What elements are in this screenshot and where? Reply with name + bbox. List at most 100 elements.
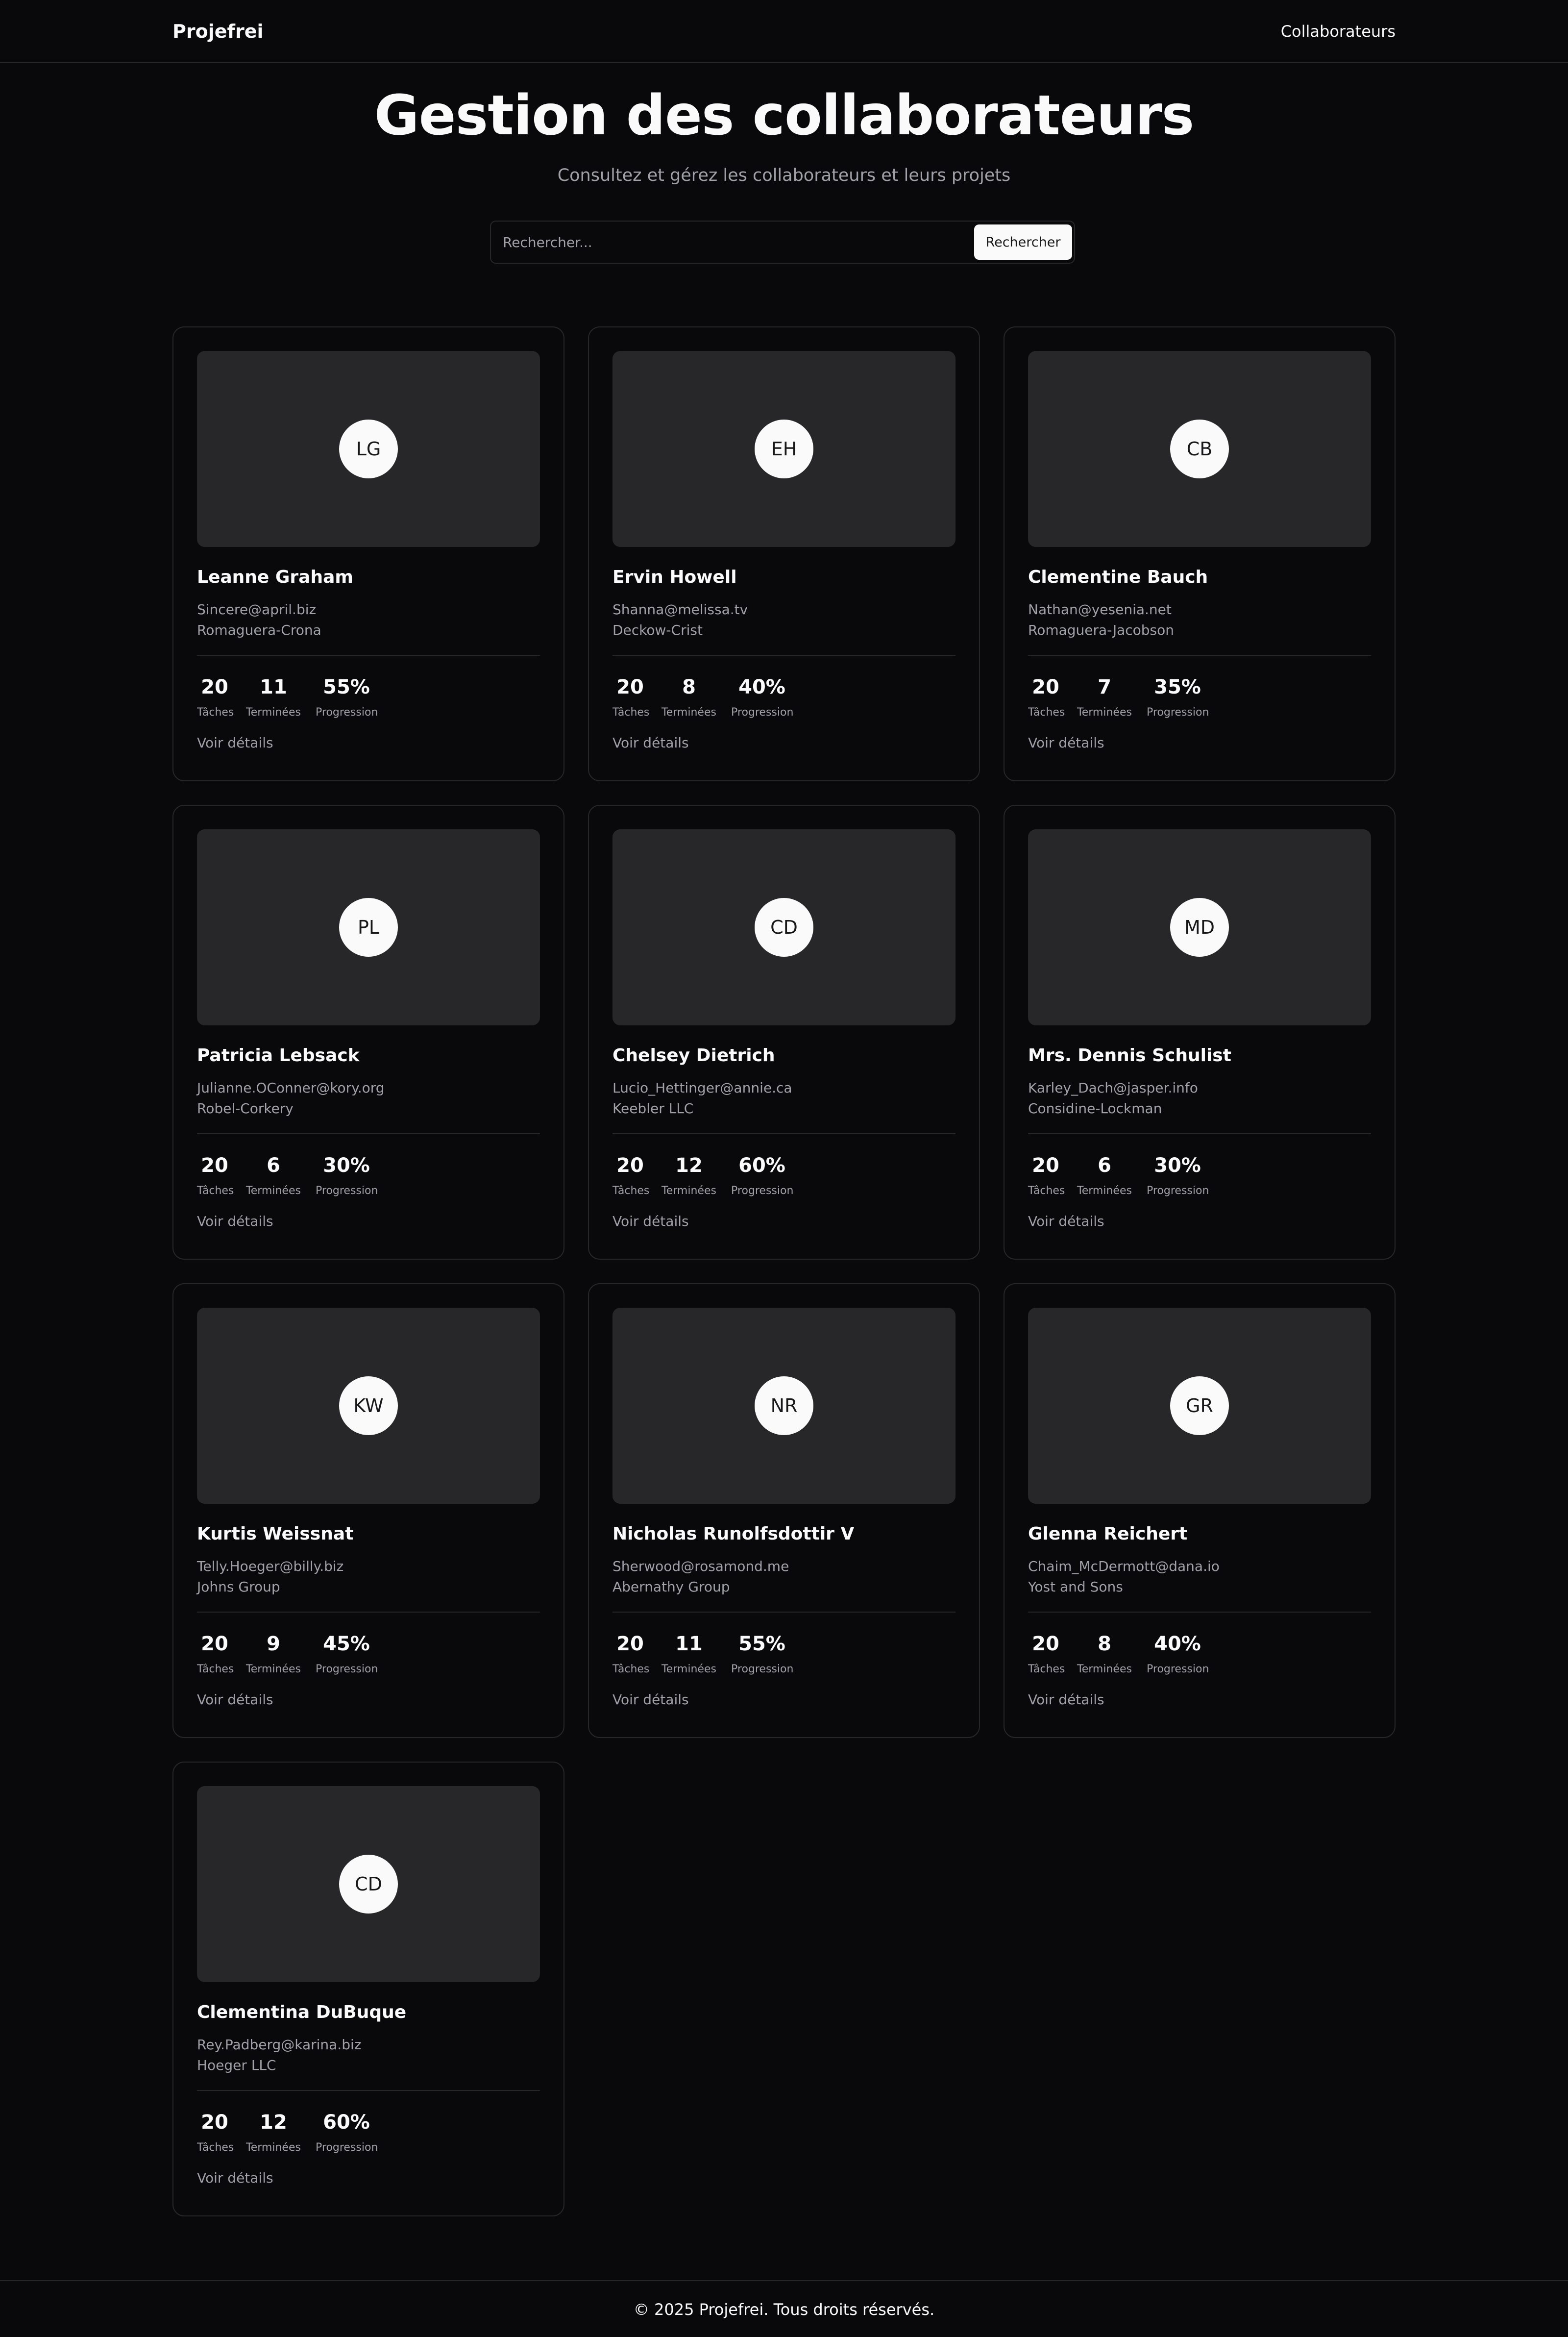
collaborator-name: Chelsey Dietrich [612,1045,775,1066]
collaborator-card-8: NR Nicholas Runolfsdottir V Sherwood@ros… [588,1283,980,1738]
collaborator-email: Julianne.OConner@kory.org [197,1080,385,1096]
avatar: EH [755,420,813,478]
view-details-link[interactable]: Voir détails [612,1691,689,1709]
stat-tasks: 20 Tâches [612,1154,649,1198]
collaborator-name: Leanne Graham [197,567,353,587]
avatar-banner: EH [612,351,956,547]
stat-tasks-label: Tâches [612,706,650,719]
avatar: GR [1170,1376,1229,1435]
avatar: LG [339,420,398,478]
stat-done-value: 8 [682,676,696,698]
view-details-link[interactable]: Voir détails [1028,1691,1104,1709]
stat-tasks: 20 Tâches [612,675,650,720]
stat-progress-value: 55% [323,676,370,698]
stat-progress-label: Progression [316,2141,378,2154]
stat-progress-label: Progression [1147,1663,1209,1675]
brand-logo-link[interactable]: Projefrei [172,20,264,43]
stat-tasks-value: 20 [1032,676,1059,698]
stat-done-label: Terminées [662,706,716,719]
stat-tasks-value: 20 [616,1633,644,1655]
stat-progress-value: 55% [738,1633,785,1655]
divider [1028,1612,1371,1613]
collaborator-email: Shanna@melissa.tv [612,601,748,618]
stat-done: 9 Terminées [246,1632,301,1676]
view-details-link[interactable]: Voir détails [612,734,689,752]
stat-done-label: Terminées [246,1663,301,1675]
stat-done-value: 11 [675,1633,703,1655]
collaborator-card-4: PL Patricia Lebsack Julianne.OConner@kor… [172,805,564,1260]
view-details-link[interactable]: Voir détails [197,1213,273,1230]
stat-tasks-label: Tâches [1028,1663,1065,1675]
nav-link-collaborateurs[interactable]: Collaborateurs [1281,22,1396,41]
stat-progress-value: 60% [323,2111,370,2134]
avatar-banner: KW [197,1308,540,1504]
stat-tasks-label: Tâches [612,1663,650,1675]
view-details-link[interactable]: Voir détails [1028,734,1104,752]
stat-tasks-label: Tâches [1028,706,1065,719]
avatar-banner: PL [197,829,540,1025]
stat-done-value: 6 [1098,1154,1111,1177]
stat-done-label: Terminées [1077,706,1132,719]
view-details-link[interactable]: Voir détails [197,2169,273,2187]
stat-progress-value: 60% [738,1154,785,1177]
stat-tasks-value: 20 [201,1633,228,1655]
avatar-banner: CD [197,1786,540,1982]
stat-tasks: 20 Tâches [197,675,234,720]
collaborator-name: Ervin Howell [612,567,737,587]
divider [612,1133,956,1134]
stat-done-label: Terminées [1077,1185,1132,1197]
collaborator-card-6: MD Mrs. Dennis Schulist Karley_Dach@jasp… [1004,805,1396,1260]
stat-tasks: 20 Tâches [197,2111,234,2155]
divider [612,1612,956,1613]
stat-done: 8 Terminées [1077,1632,1132,1676]
stat-tasks-label: Tâches [1028,1185,1065,1197]
stat-progress: 45% Progression [316,1632,378,1676]
stat-tasks-value: 20 [616,1154,644,1177]
collaborator-name: Patricia Lebsack [197,1045,360,1066]
stat-progress: 30% Progression [1147,1154,1209,1198]
collaborator-company: Johns Group [197,1579,280,1595]
collaborator-name: Clementina DuBuque [197,2002,407,2022]
collaborator-card-2: EH Ervin Howell Shanna@melissa.tv Deckow… [588,326,980,781]
avatar-banner: CB [1028,351,1371,547]
view-details-link[interactable]: Voir détails [612,1213,689,1230]
search-button[interactable]: Rechercher [974,224,1072,260]
view-details-link[interactable]: Voir détails [197,734,273,752]
collaborator-card-3: CB Clementine Bauch Nathan@yesenia.net R… [1004,326,1396,781]
stat-tasks: 20 Tâches [612,1632,650,1676]
view-details-link[interactable]: Voir détails [1028,1213,1104,1230]
view-details-link[interactable]: Voir détails [197,1691,273,1709]
stat-tasks-label: Tâches [197,1663,234,1675]
stat-tasks-value: 20 [1032,1154,1059,1177]
stat-done: 12 Terminées [246,2111,301,2155]
stat-progress-value: 35% [1154,676,1201,698]
stat-tasks-label: Tâches [197,2141,234,2154]
stat-progress-label: Progression [316,706,378,719]
stat-tasks: 20 Tâches [197,1154,234,1198]
stat-done: 11 Terminées [246,675,301,720]
footer-copyright: © 2025 Projefrei. Tous droits réservés. [633,2300,935,2319]
avatar-banner: MD [1028,829,1371,1025]
collaborator-name: Clementine Bauch [1028,567,1208,587]
divider [612,655,956,656]
page-subtitle: Consultez et gérez les collaborateurs et… [557,166,1011,185]
stat-progress-value: 40% [1154,1633,1201,1655]
collaborator-company: Deckow-Crist [612,622,703,638]
stat-progress: 40% Progression [731,675,793,720]
stat-tasks-value: 20 [201,1154,228,1177]
avatar-banner: NR [612,1308,956,1504]
stat-progress-label: Progression [731,706,794,719]
collaborator-company: Abernathy Group [612,1579,730,1595]
stat-progress-label: Progression [316,1185,378,1197]
stat-done: 7 Terminées [1077,675,1132,720]
avatar: CD [755,898,813,957]
footer: © 2025 Projefrei. Tous droits réservés. [0,2280,1568,2337]
stat-done-label: Terminées [662,1185,716,1197]
collaborator-name: Mrs. Dennis Schulist [1028,1045,1231,1066]
stat-progress: 40% Progression [1147,1632,1209,1676]
search-input[interactable] [503,228,963,256]
page-title: Gestion des collaborateurs [374,84,1195,148]
stat-progress-value: 40% [738,676,785,698]
stat-done-value: 8 [1098,1633,1111,1655]
stat-progress: 55% Progression [316,675,378,720]
